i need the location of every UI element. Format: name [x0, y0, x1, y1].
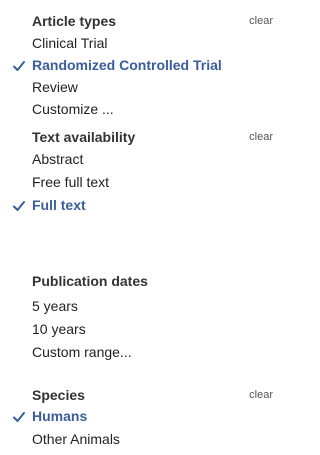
filter-group-title: Species: [32, 387, 85, 403]
filter-group-title: Text availability: [32, 129, 136, 145]
filter-item-label: Customize ...: [32, 101, 114, 117]
filter-item-label: Clinical Trial: [32, 35, 108, 51]
filter-item-label: 10 years: [32, 321, 86, 337]
filter-item-label: Full text: [32, 197, 86, 213]
filter-group-title: Article types: [32, 13, 117, 29]
filter-item-review[interactable]: Review: [0, 76, 275, 98]
filter-item-customize[interactable]: Customize ...: [0, 98, 275, 120]
checkmark-icon: [13, 201, 25, 211]
filter-item-label: Review: [32, 79, 78, 95]
filter-item-randomized-controlled-trial[interactable]: Randomized Controlled Trial: [0, 54, 275, 76]
filter-item-label: Custom range...: [32, 344, 132, 360]
filter-item-5-years[interactable]: 5 years: [0, 295, 275, 317]
checkmark-icon: [13, 61, 25, 71]
filter-item-label: 5 years: [32, 298, 78, 314]
filter-item-label: Abstract: [32, 151, 84, 167]
filter-item-label: Humans: [32, 408, 88, 424]
filter-item-humans[interactable]: Humans: [0, 405, 275, 427]
checkmark-icon: [13, 412, 25, 422]
filter-item-10-years[interactable]: 10 years: [0, 318, 275, 340]
filter-item-abstract[interactable]: Abstract: [0, 148, 275, 170]
filter-item-free-full-text[interactable]: Free full text: [0, 171, 275, 193]
filter-item-label: Free full text: [32, 174, 110, 190]
filter-sidebar: Article types clear Clinical Trial Rando…: [0, 0, 275, 455]
filter-item-full-text[interactable]: Full text: [0, 194, 275, 216]
filter-item-clinical-trial[interactable]: Clinical Trial: [0, 32, 275, 54]
filter-item-other-animals[interactable]: Other Animals: [0, 428, 275, 450]
filter-item-label: Randomized Controlled Trial: [32, 57, 222, 73]
clear-article-types-link[interactable]: clear: [249, 13, 273, 29]
clear-species-link[interactable]: clear: [249, 387, 273, 403]
filter-item-label: Other Animals: [32, 431, 120, 447]
filter-group-title: Publication dates: [32, 273, 148, 289]
clear-text-availability-link[interactable]: clear: [249, 129, 273, 145]
filter-item-custom-range[interactable]: Custom range...: [0, 341, 275, 363]
